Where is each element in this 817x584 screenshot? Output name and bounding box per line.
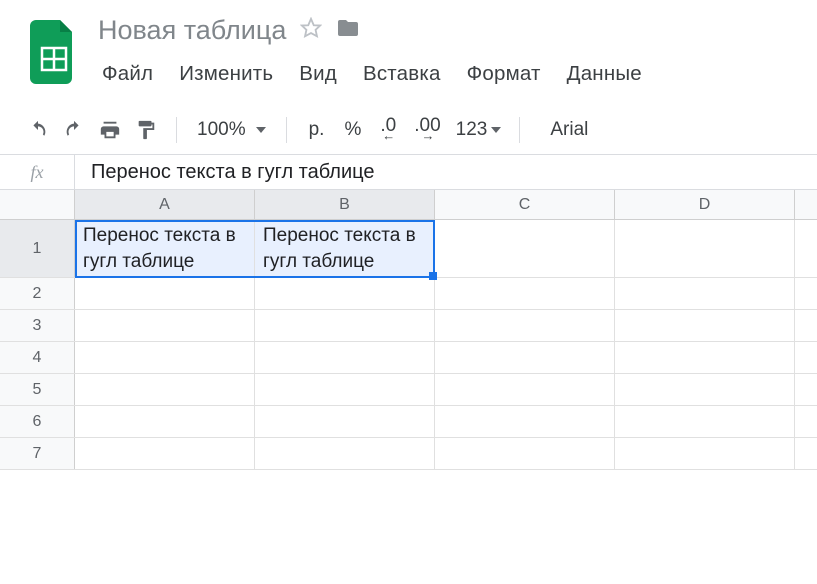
menu-edit[interactable]: Изменить bbox=[166, 56, 286, 92]
cell-B1[interactable]: Перенос текста в гугл таблице bbox=[255, 220, 435, 277]
cell-B2[interactable] bbox=[255, 278, 435, 309]
row-header-1[interactable]: 1 bbox=[0, 220, 75, 277]
col-header-B[interactable]: B bbox=[255, 190, 435, 219]
separator bbox=[286, 117, 287, 143]
row-5: 5 bbox=[0, 374, 817, 406]
arrow-right-icon: → bbox=[421, 132, 433, 140]
chevron-down-icon bbox=[491, 127, 501, 133]
row-header-5[interactable]: 5 bbox=[0, 374, 75, 405]
menu-view[interactable]: Вид bbox=[286, 56, 350, 92]
menu-data[interactable]: Данные bbox=[554, 56, 655, 92]
column-headers: A B C D bbox=[0, 190, 817, 220]
folder-icon[interactable] bbox=[336, 16, 360, 45]
chevron-down-icon bbox=[256, 127, 266, 133]
format-percent-button[interactable]: % bbox=[336, 119, 369, 141]
cell-C1[interactable] bbox=[435, 220, 615, 277]
cell-D5[interactable] bbox=[615, 374, 795, 405]
title-row: Новая таблица bbox=[98, 10, 817, 50]
formula-input[interactable] bbox=[75, 155, 817, 189]
row-6: 6 bbox=[0, 406, 817, 438]
doc-title[interactable]: Новая таблица bbox=[98, 15, 286, 46]
menubar: Файл Изменить Вид Вставка Формат Данные bbox=[98, 56, 817, 92]
undo-button[interactable] bbox=[22, 114, 54, 146]
cell-A4[interactable] bbox=[75, 342, 255, 373]
menu-format[interactable]: Формат bbox=[454, 56, 554, 92]
sheets-logo bbox=[30, 20, 78, 84]
cell-D2[interactable] bbox=[615, 278, 795, 309]
menu-insert[interactable]: Вставка bbox=[350, 56, 454, 92]
cell-D4[interactable] bbox=[615, 342, 795, 373]
cell-C6[interactable] bbox=[435, 406, 615, 437]
col-header-A[interactable]: A bbox=[75, 190, 255, 219]
cell-A2[interactable] bbox=[75, 278, 255, 309]
zoom-select[interactable]: 100% bbox=[191, 119, 272, 141]
row-header-7[interactable]: 7 bbox=[0, 438, 75, 469]
cell-C5[interactable] bbox=[435, 374, 615, 405]
cell-B6[interactable] bbox=[255, 406, 435, 437]
cell-D3[interactable] bbox=[615, 310, 795, 341]
toolbar: 100% р. % .0 ← .00 → 123 Arial bbox=[0, 106, 817, 154]
row-4: 4 bbox=[0, 342, 817, 374]
cell-D7[interactable] bbox=[615, 438, 795, 469]
row-7: 7 bbox=[0, 438, 817, 470]
cell-A7[interactable] bbox=[75, 438, 255, 469]
cell-A5[interactable] bbox=[75, 374, 255, 405]
row-2: 2 bbox=[0, 278, 817, 310]
separator bbox=[176, 117, 177, 143]
header: Новая таблица Файл Изменить Вид Вставка … bbox=[0, 0, 817, 92]
row-header-2[interactable]: 2 bbox=[0, 278, 75, 309]
col-header-C[interactable]: C bbox=[435, 190, 615, 219]
fx-label: fx bbox=[0, 155, 75, 189]
row-1: 1 Перенос текста в гугл таблице Перенос … bbox=[0, 220, 817, 278]
row-header-3[interactable]: 3 bbox=[0, 310, 75, 341]
cell-B7[interactable] bbox=[255, 438, 435, 469]
row-header-6[interactable]: 6 bbox=[0, 406, 75, 437]
print-button[interactable] bbox=[94, 114, 126, 146]
increase-decimal-button[interactable]: .00 → bbox=[407, 120, 447, 141]
formula-bar: fx bbox=[0, 154, 817, 190]
paint-format-button[interactable] bbox=[130, 114, 162, 146]
zoom-value: 100% bbox=[197, 119, 246, 141]
more-formats-label: 123 bbox=[456, 119, 488, 141]
arrow-left-icon: ← bbox=[382, 132, 394, 140]
cell-C2[interactable] bbox=[435, 278, 615, 309]
col-header-D[interactable]: D bbox=[615, 190, 795, 219]
spreadsheet-grid[interactable]: A B C D 1 Перенос текста в гугл таблице … bbox=[0, 190, 817, 470]
cell-A1[interactable]: Перенос текста в гугл таблице bbox=[75, 220, 255, 277]
redo-button[interactable] bbox=[58, 114, 90, 146]
title-area: Новая таблица Файл Изменить Вид Вставка … bbox=[98, 10, 817, 92]
cell-B3[interactable] bbox=[255, 310, 435, 341]
cell-A6[interactable] bbox=[75, 406, 255, 437]
separator bbox=[519, 117, 520, 143]
more-formats-button[interactable]: 123 bbox=[452, 119, 506, 141]
decrease-decimal-button[interactable]: .0 ← bbox=[373, 120, 403, 141]
cell-C4[interactable] bbox=[435, 342, 615, 373]
font-select[interactable]: Arial bbox=[534, 119, 604, 141]
cell-C7[interactable] bbox=[435, 438, 615, 469]
format-currency-button[interactable]: р. bbox=[301, 119, 333, 141]
row-3: 3 bbox=[0, 310, 817, 342]
select-all-corner[interactable] bbox=[0, 190, 75, 219]
cell-D1[interactable] bbox=[615, 220, 795, 277]
cell-C3[interactable] bbox=[435, 310, 615, 341]
star-icon[interactable] bbox=[300, 17, 322, 44]
cell-B5[interactable] bbox=[255, 374, 435, 405]
menu-file[interactable]: Файл bbox=[98, 56, 166, 92]
cell-D6[interactable] bbox=[615, 406, 795, 437]
row-header-4[interactable]: 4 bbox=[0, 342, 75, 373]
cell-A3[interactable] bbox=[75, 310, 255, 341]
cell-B4[interactable] bbox=[255, 342, 435, 373]
